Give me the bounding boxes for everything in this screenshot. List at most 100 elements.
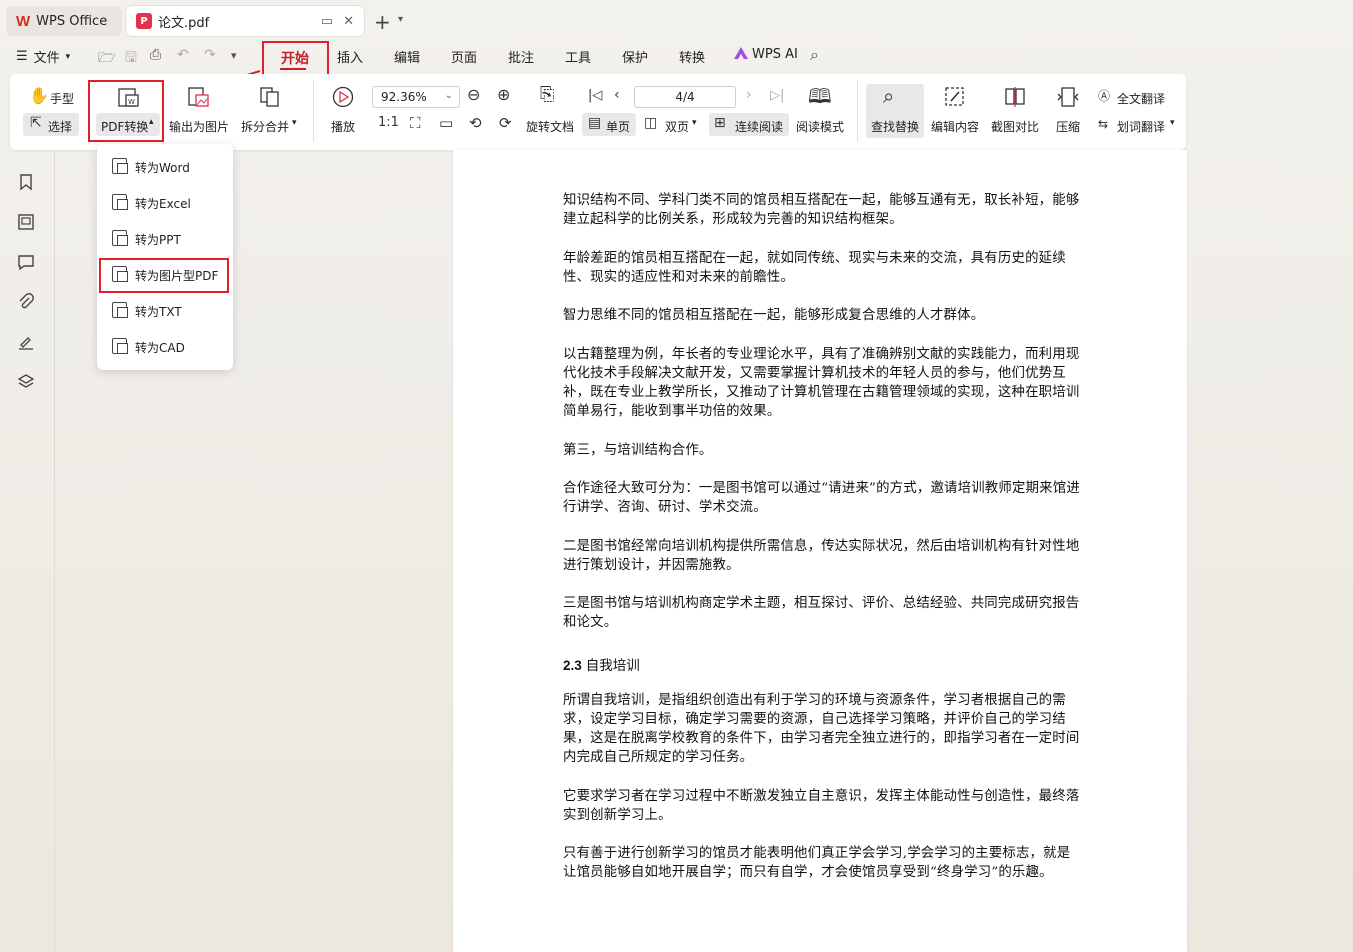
export-image-icon: [188, 87, 209, 107]
actual-size-icon[interactable]: 1:1: [378, 116, 399, 129]
new-tab-plus-icon[interactable]: +: [374, 10, 391, 34]
pdf-convert-dropdown: 转为Word 转为Excel 转为PPT 转为图片型PDF 转为TXT 转为CA…: [97, 144, 233, 370]
section-heading-number: 2.3: [563, 658, 582, 673]
convert-to-excel-item[interactable]: 转为Excel: [97, 188, 233, 216]
compare-icon: [1005, 87, 1025, 107]
word-translate-icon: ⇆: [1098, 117, 1109, 131]
paragraph: 智力思维不同的馆员相互搭配在一起，能够形成复合思维的人才群体。: [563, 308, 985, 323]
magnifier-icon: ⌕: [883, 84, 895, 108]
double-page-button[interactable]: 双页: [665, 118, 689, 135]
fit-page-icon[interactable]: ⛶: [410, 116, 421, 131]
last-page-icon[interactable]: ▷|: [770, 89, 784, 102]
menu-start-label: 开始: [281, 51, 309, 67]
paragraph: 第三，与培训结构合作。: [563, 443, 713, 458]
ribbon-separator: [313, 80, 314, 142]
bookmark-icon[interactable]: [17, 173, 35, 191]
menu-convert[interactable]: 转换: [679, 47, 705, 66]
single-page-icon: ▤: [588, 115, 602, 131]
rotate-left-icon[interactable]: ⟲: [469, 116, 482, 131]
menu-insert[interactable]: 插入: [337, 47, 363, 66]
next-page-icon[interactable]: ›: [746, 88, 752, 102]
signature-icon[interactable]: [17, 333, 35, 351]
double-page-icon: ◫: [644, 115, 658, 131]
zoom-in-icon[interactable]: ⊕: [497, 87, 510, 103]
reading-mode-button[interactable]: 阅读模式: [796, 118, 844, 135]
menu-wps-ai[interactable]: WPS AI: [734, 47, 798, 62]
paragraph: 它要求学习者在学习过程中不断激发独立自主意识，发挥主体能动性与创造性，最终落实到…: [563, 789, 1080, 823]
convert-to-word-item[interactable]: 转为Word: [97, 152, 233, 180]
menu-page[interactable]: 页面: [451, 47, 477, 66]
convert-to-word-label: 转为Word: [135, 161, 190, 175]
play-icon: [332, 86, 354, 108]
paragraph: 合作途径大致可分为：一是图书馆可以通过“请进来”的方式，邀请培训教师定期来馆进行…: [563, 481, 1080, 515]
wps-logo-icon: W: [16, 12, 31, 30]
close-tab-icon[interactable]: ✕: [343, 14, 354, 29]
tab-wps-office[interactable]: W WPS Office: [6, 6, 122, 36]
zoom-out-icon[interactable]: ⊖: [467, 87, 480, 103]
wps-ai-label: WPS AI: [752, 47, 798, 62]
continuous-reading-icon: ⊞: [714, 115, 726, 131]
paragraph: 只有善于进行创新学习的馆员才能表明他们真正学会学习,学会学习的主要标志，就是让馆…: [563, 846, 1071, 880]
edit-content-icon: [945, 87, 964, 106]
first-page-icon[interactable]: |◁: [588, 89, 602, 102]
select-tool-label: 选择: [48, 120, 73, 134]
reading-mode-icon: 🕮: [808, 84, 832, 108]
rotate-right-icon[interactable]: ⟳: [499, 116, 512, 131]
split-merge-button[interactable]: 拆分合并: [241, 118, 289, 135]
tab-doc-label: 论文.pdf: [158, 15, 210, 31]
layers-icon[interactable]: [17, 373, 35, 391]
convert-to-ppt-label: 转为PPT: [135, 233, 181, 247]
file-menu[interactable]: ☰ 文件 ▾: [16, 47, 70, 66]
thumbnail-icon[interactable]: [17, 213, 35, 231]
edit-content-button[interactable]: 编辑内容: [931, 118, 979, 135]
convert-to-txt-label: 转为TXT: [135, 305, 182, 319]
full-translate-button[interactable]: 全文翻译: [1117, 90, 1165, 107]
menu-tools[interactable]: 工具: [565, 47, 591, 66]
redo-icon[interactable]: ↷: [204, 47, 216, 63]
pdf-page: 知识结构不同、学科门类不同的馆员相互搭配在一起，能够互通有无，取长补短，能够建立…: [453, 150, 1187, 952]
open-folder-icon[interactable]: 🗁: [98, 47, 115, 71]
quick-access-more-icon[interactable]: ▾: [231, 49, 237, 62]
excel-file-icon: [112, 194, 128, 210]
undo-icon[interactable]: ↶: [177, 47, 189, 63]
play-button[interactable]: 播放: [331, 118, 355, 135]
active-tab-underline: [280, 68, 306, 70]
compress-button[interactable]: 压缩: [1056, 118, 1080, 135]
hand-tool-button[interactable]: 手型: [50, 90, 74, 107]
fit-width-icon[interactable]: ▭: [439, 116, 453, 131]
tab-document[interactable]: P 论文.pdf ▭ ✕: [126, 6, 364, 36]
menu-edit[interactable]: 编辑: [394, 47, 420, 66]
paragraph: 以古籍整理为例，年长者的专业理论水平，具有了准确辨别文献的实践能力，而利用现代化…: [563, 347, 1080, 419]
highlight-image-pdf: [99, 258, 229, 293]
paragraph: 三是图书馆与培训机构商定学术主题，相互探讨、评价、总结经验、共同完成研究报告和论…: [563, 596, 1080, 630]
paragraph: 所谓自我培训，是指组织创造出有利于学习的环境与资源条件，学习者根据自己的需求，设…: [563, 693, 1080, 765]
paragraph: 年龄差距的馆员相互搭配在一起，就如同传统、现实与未来的交流，具有历史的延续性、现…: [563, 251, 1066, 285]
save-icon[interactable]: 🖫: [125, 47, 137, 71]
word-translate-button[interactable]: 划词翻译: [1117, 118, 1165, 135]
convert-to-ppt-item[interactable]: 转为PPT: [97, 224, 233, 252]
continuous-reading-label: 连续阅读: [735, 120, 784, 134]
window-mode-icon[interactable]: ▭: [321, 14, 333, 29]
print-icon[interactable]: ⎙: [150, 47, 161, 63]
convert-to-cad-item[interactable]: 转为CAD: [97, 332, 233, 360]
search-icon[interactable]: ⌕: [810, 45, 819, 65]
previous-page-icon[interactable]: ‹: [614, 88, 620, 102]
menu-annotate[interactable]: 批注: [508, 47, 534, 66]
compare-button[interactable]: 截图对比: [991, 118, 1039, 135]
txt-file-icon: [112, 302, 128, 318]
export-image-button[interactable]: 输出为图片: [169, 118, 229, 135]
rotate-document-button[interactable]: 旋转文档: [526, 118, 574, 135]
convert-to-txt-item[interactable]: 转为TXT: [97, 296, 233, 324]
file-menu-label: 文件: [33, 51, 60, 66]
menu-protect[interactable]: 保护: [622, 47, 648, 66]
page-number-value: 4/4: [675, 90, 695, 104]
tab-home-label: WPS Office: [36, 13, 108, 29]
page-number-input[interactable]: 4/4: [634, 86, 736, 108]
attachment-icon[interactable]: [17, 293, 35, 311]
comment-icon[interactable]: [17, 253, 35, 271]
new-tab-dropdown-icon[interactable]: ▾: [398, 14, 403, 25]
menu-start[interactable]: 开始: [262, 41, 329, 76]
zoom-select[interactable]: 92.36% ⌄: [372, 86, 460, 108]
convert-to-excel-label: 转为Excel: [135, 197, 191, 211]
paragraph: 知识结构不同、学科门类不同的馆员相互搭配在一起，能够互通有无，取长补短，能够建立…: [563, 193, 1080, 227]
